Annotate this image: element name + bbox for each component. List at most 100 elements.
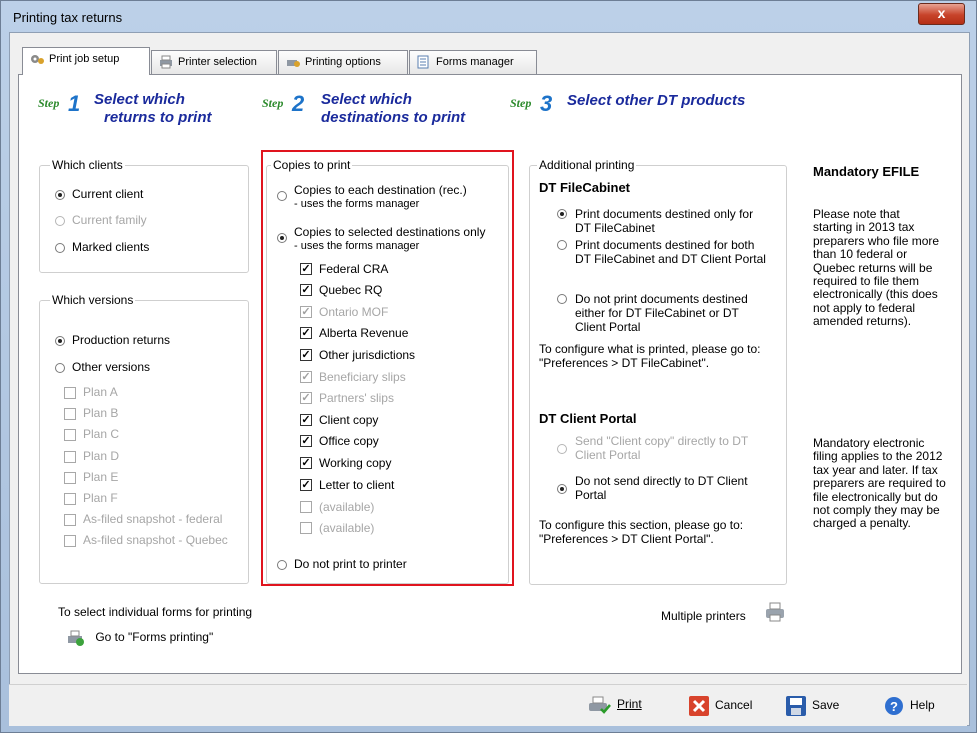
ontario-mof-checkbox[interactable]: ✓ xyxy=(300,306,312,318)
other-jurisdictions-checkbox[interactable]: ✓ xyxy=(300,349,312,361)
fc-note-line2: "Preferences > DT FileCabinet". xyxy=(539,356,710,370)
cp-opt2-line1: Do not send directly to DT Client xyxy=(575,474,748,488)
cp-opt2-line2: Portal xyxy=(575,488,607,502)
cp-send-client-copy-radio[interactable] xyxy=(557,444,567,454)
as-filed-quebec-checkbox[interactable] xyxy=(64,535,76,547)
plan-f-label: Plan F xyxy=(83,491,118,505)
efile-paragraph-1: Please note that starting in 2013 tax prep… xyxy=(813,207,940,329)
plan-b-label: Plan B xyxy=(83,406,119,420)
beneficiary-slips-label: Beneficiary slips xyxy=(319,370,406,384)
efile-paragraph-2: Mandatory electronic filing applies to th… xyxy=(813,436,946,531)
additional-printing-legend: Additional printing xyxy=(537,158,637,172)
tab-label: Forms manager xyxy=(436,56,514,68)
fc-opt3-line3: Client Portal xyxy=(575,320,641,334)
partners-slips-label: Partners' slips xyxy=(319,391,394,405)
plan-a-checkbox[interactable] xyxy=(64,387,76,399)
tab-label: Printing options xyxy=(305,56,381,68)
copies-each-destination-radio[interactable] xyxy=(277,191,287,201)
as-filed-federal-label: As-filed snapshot - federal xyxy=(83,512,223,526)
marked-clients-label: Marked clients xyxy=(72,240,150,254)
save-icon xyxy=(786,696,806,716)
cp-do-not-send-radio[interactable] xyxy=(557,484,567,494)
working-copy-checkbox[interactable]: ✓ xyxy=(300,457,312,469)
copies-selected-destinations-sub: - uses the forms manager xyxy=(294,240,420,252)
available-2-checkbox[interactable] xyxy=(300,522,312,534)
as-filed-quebec-label: As-filed snapshot - Quebec xyxy=(83,533,228,547)
save-button[interactable]: Save xyxy=(786,696,839,716)
plan-e-checkbox[interactable] xyxy=(64,472,76,484)
current-family-radio[interactable] xyxy=(55,216,65,226)
other-jurisdictions-label: Other jurisdictions xyxy=(319,348,416,362)
fc-opt1-line1: Print documents destined only for xyxy=(575,207,754,221)
partners-slips-checkbox[interactable]: ✓ xyxy=(300,392,312,404)
copies-selected-destinations-radio[interactable] xyxy=(277,233,287,243)
production-returns-radio[interactable] xyxy=(55,336,65,346)
which-versions-legend: Which versions xyxy=(50,293,136,307)
step2-badge-icon: Step 2 xyxy=(262,91,312,116)
print-button[interactable]: Print xyxy=(587,695,642,715)
letter-to-client-label: Letter to client xyxy=(319,478,395,492)
tab-printer-selection[interactable]: Printer selection xyxy=(151,50,277,74)
alberta-revenue-checkbox[interactable]: ✓ xyxy=(300,327,312,339)
other-versions-radio[interactable] xyxy=(55,363,65,373)
fc-opt1-line2: DT FileCabinet xyxy=(575,221,655,235)
plan-b-checkbox[interactable] xyxy=(64,408,76,420)
current-client-radio[interactable] xyxy=(55,190,65,200)
cancel-button[interactable]: Cancel xyxy=(689,696,752,716)
gear-icon xyxy=(31,55,44,65)
office-copy-label: Office copy xyxy=(319,434,379,448)
available-1-checkbox[interactable] xyxy=(300,501,312,513)
federal-cra-checkbox[interactable]: ✓ xyxy=(300,263,312,275)
efile-title: Mandatory EFILE xyxy=(813,164,920,179)
plan-d-checkbox[interactable] xyxy=(64,451,76,463)
tab-forms-manager[interactable]: Forms manager xyxy=(409,50,537,74)
fc-do-not-print-radio[interactable] xyxy=(557,294,567,304)
svg-text:2: 2 xyxy=(291,91,305,115)
plan-f-checkbox[interactable] xyxy=(64,493,76,505)
fc-print-only-radio[interactable] xyxy=(557,209,567,219)
tab-printing-options[interactable]: Printing options xyxy=(278,50,408,74)
plan-d-label: Plan D xyxy=(83,449,120,463)
cp-opt1-line2: Client Portal xyxy=(575,448,641,462)
multiple-printers-icon[interactable] xyxy=(763,600,789,624)
production-returns-label: Production returns xyxy=(72,333,171,347)
plan-c-label: Plan C xyxy=(83,427,120,441)
tab-print-job-setup[interactable]: Print job setup xyxy=(22,47,150,75)
svg-text:?: ? xyxy=(890,699,898,714)
available-1-label: (available) xyxy=(319,500,375,514)
alberta-revenue-label: Alberta Revenue xyxy=(319,326,409,340)
copies-selected-destinations-label: Copies to selected destinations only xyxy=(294,225,486,239)
forms-printing-link[interactable]: Go to "Forms printing" xyxy=(66,629,213,649)
copies-each-destination-label: Copies to each destination (rec.) xyxy=(294,183,467,197)
fc-opt3-line1: Do not print documents destined xyxy=(575,292,748,306)
window-title: Printing tax returns xyxy=(13,10,123,25)
quebec-rq-checkbox[interactable]: ✓ xyxy=(300,284,312,296)
as-filed-federal-checkbox[interactable] xyxy=(64,514,76,526)
step2-title: Select which destinations to print xyxy=(321,91,466,126)
letter-to-client-checkbox[interactable]: ✓ xyxy=(300,479,312,491)
which-clients-legend: Which clients xyxy=(50,158,125,172)
help-button[interactable]: ? Help xyxy=(884,696,935,716)
quebec-rq-label: Quebec RQ xyxy=(319,283,383,297)
fc-opt2-line1: Print documents destined for both xyxy=(575,238,755,252)
current-family-label: Current family xyxy=(72,213,147,227)
client-copy-checkbox[interactable]: ✓ xyxy=(300,414,312,426)
marked-clients-radio[interactable] xyxy=(55,243,65,253)
client-copy-label: Client copy xyxy=(319,413,379,427)
title-bar: Printing tax returns x xyxy=(1,1,977,31)
forms-hint-text: To select individual forms for printing xyxy=(58,605,253,619)
do-not-print-radio[interactable] xyxy=(277,560,287,570)
plan-c-checkbox[interactable] xyxy=(64,429,76,441)
fc-print-both-radio[interactable] xyxy=(557,240,567,250)
close-button[interactable]: x xyxy=(918,3,965,25)
print-icon xyxy=(589,696,611,714)
fc-note-line1: To configure what is printed, please go … xyxy=(539,342,761,356)
help-icon: ? xyxy=(885,697,903,715)
svg-text:3: 3 xyxy=(540,91,552,115)
tab-label: Printer selection xyxy=(178,56,257,68)
tab-label: Print job setup xyxy=(49,53,120,65)
beneficiary-slips-checkbox[interactable]: ✓ xyxy=(300,371,312,383)
printer-icon xyxy=(160,55,172,69)
working-copy-label: Working copy xyxy=(319,456,392,470)
office-copy-checkbox[interactable]: ✓ xyxy=(300,435,312,447)
